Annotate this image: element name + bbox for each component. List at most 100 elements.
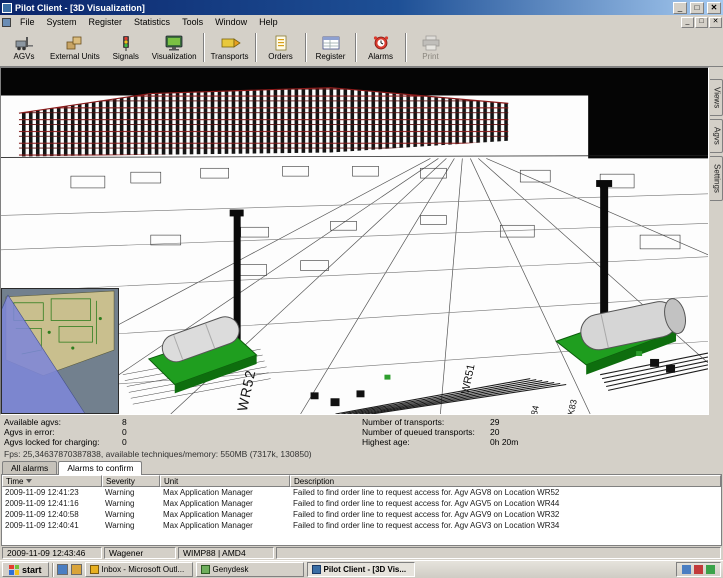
- transports-value: 29: [490, 417, 719, 427]
- fps-status-line: Fps: 25,34637870387838, available techni…: [4, 449, 719, 459]
- transports-button[interactable]: Transports: [207, 30, 253, 65]
- menu-tools[interactable]: Tools: [176, 16, 209, 28]
- external-units-button[interactable]: External Units: [46, 30, 104, 65]
- highest-age-label: Highest age:: [362, 437, 490, 447]
- alarm-row[interactable]: 2009-11-09 12:41:23 Warning Max Applicat…: [2, 487, 721, 498]
- sort-desc-icon: [26, 479, 32, 483]
- column-header-unit[interactable]: Unit: [160, 475, 290, 487]
- toolbar: AGVs External Units Signals Visualizat: [0, 29, 723, 67]
- mdi-restore-button[interactable]: □: [695, 17, 708, 28]
- tab-all-alarms[interactable]: All alarms: [2, 461, 57, 474]
- menu-system[interactable]: System: [41, 16, 83, 28]
- statusbar-datetime: 2009-11-09 12:43:46: [2, 547, 102, 559]
- menu-file[interactable]: File: [14, 16, 41, 28]
- application-window: Pilot Client - [3D Visualization] _ □ ✕ …: [0, 0, 723, 578]
- alarm-row[interactable]: 2009-11-09 12:41:16 Warning Max Applicat…: [2, 498, 721, 509]
- tab-alarms-to-confirm[interactable]: Alarms to confirm: [58, 461, 142, 475]
- tab-settings[interactable]: Settings: [710, 156, 723, 201]
- taskbar-item-outlook[interactable]: Inbox - Microsoft Outl...: [85, 562, 193, 577]
- quick-launch-icon[interactable]: [71, 564, 82, 575]
- statusbar-filler: [276, 547, 721, 559]
- tray-icon[interactable]: [706, 565, 715, 574]
- orders-icon: [270, 35, 292, 51]
- alarm-table[interactable]: Time Severity Unit Description 2009-11-0…: [1, 474, 722, 546]
- column-header-time[interactable]: Time: [2, 475, 102, 487]
- minimap-canvas: [2, 289, 118, 413]
- minimap[interactable]: [1, 288, 119, 414]
- transports-icon: [219, 35, 241, 51]
- print-button[interactable]: Print: [409, 30, 453, 65]
- menu-window[interactable]: Window: [209, 16, 253, 28]
- tray-icon[interactable]: [694, 565, 703, 574]
- quick-launch-icon[interactable]: [57, 564, 68, 575]
- orders-button[interactable]: Orders: [259, 30, 303, 65]
- quick-launch-separator: [52, 563, 54, 577]
- agv-icon: [13, 35, 35, 51]
- column-header-severity[interactable]: Severity: [102, 475, 160, 487]
- agvs-button[interactable]: AGVs: [2, 30, 46, 65]
- outlook-icon: [90, 565, 99, 574]
- tab-views[interactable]: Views: [710, 79, 723, 116]
- mdi-child-icon[interactable]: [2, 18, 11, 27]
- agvs-in-error-value: 0: [122, 427, 362, 437]
- available-agvs-label: Available agvs:: [4, 417, 122, 427]
- mdi-close-button[interactable]: ✕: [709, 17, 722, 28]
- system-tray[interactable]: [676, 562, 721, 577]
- toolbar-separator: [203, 33, 205, 62]
- maximize-button[interactable]: □: [690, 2, 704, 14]
- alarms-icon: [370, 35, 392, 51]
- toolbar-separator: [255, 33, 257, 62]
- close-button[interactable]: ✕: [707, 2, 721, 14]
- column-header-description[interactable]: Description: [290, 475, 721, 487]
- menu-register[interactable]: Register: [83, 16, 129, 28]
- toolbar-separator: [355, 33, 357, 62]
- alarm-row[interactable]: 2009-11-09 12:40:41 Warning Max Applicat…: [2, 520, 721, 531]
- statusbar-user: Wagener: [104, 547, 176, 559]
- side-tab-strip: Views Agvs Settings: [709, 67, 723, 415]
- queued-transports-label: Number of queued transports:: [362, 427, 490, 437]
- transports-label: Number of transports:: [362, 417, 490, 427]
- window-title: Pilot Client - [3D Visualization]: [15, 3, 670, 13]
- visualization-button[interactable]: Visualization: [148, 30, 201, 65]
- visualization-icon: [163, 35, 185, 51]
- agvs-charging-value: 0: [122, 437, 362, 447]
- available-agvs-value: 8: [122, 417, 362, 427]
- minimize-button[interactable]: _: [673, 2, 687, 14]
- register-icon: [320, 35, 342, 51]
- tray-icon[interactable]: [682, 565, 691, 574]
- statusbar-host: WIMP88 | AMD4: [178, 547, 274, 559]
- pilot-client-icon: [312, 565, 321, 574]
- alarm-table-header: Time Severity Unit Description: [2, 475, 721, 487]
- status-info-panel: Available agvs: 8 Number of transports: …: [0, 415, 723, 459]
- menu-bar: File System Register Statistics Tools Wi…: [0, 15, 723, 29]
- print-icon: [420, 35, 442, 51]
- app-status-bar: 2009-11-09 12:43:46 Wagener WIMP88 | AMD…: [0, 546, 723, 560]
- signals-icon: [115, 35, 137, 51]
- app-window-icon: [201, 565, 210, 574]
- agvs-charging-label: Agvs locked for charging:: [4, 437, 122, 447]
- app-icon: [2, 3, 12, 13]
- alarm-row[interactable]: 2009-11-09 12:40:58 Warning Max Applicat…: [2, 509, 721, 520]
- agvs-in-error-label: Agvs in error:: [4, 427, 122, 437]
- alarms-button[interactable]: Alarms: [359, 30, 403, 65]
- start-button[interactable]: start: [2, 562, 49, 577]
- menu-help[interactable]: Help: [253, 16, 284, 28]
- external-units-icon: [64, 35, 86, 51]
- 3d-viewport[interactable]: WR52 WR51 RK84 RK83: [0, 67, 709, 415]
- queued-transports-value: 20: [490, 427, 719, 437]
- mdi-minimize-button[interactable]: _: [681, 17, 694, 28]
- title-bar[interactable]: Pilot Client - [3D Visualization] _ □ ✕: [0, 0, 723, 15]
- windows-logo-icon: [9, 565, 19, 575]
- taskbar-item-genydesk[interactable]: Genydesk: [196, 562, 304, 577]
- tab-agvs[interactable]: Agvs: [710, 119, 723, 153]
- taskbar-item-pilot-client[interactable]: Pilot Client - [3D Vis...: [307, 562, 415, 577]
- toolbar-separator: [305, 33, 307, 62]
- alarm-tab-strip: All alarms Alarms to confirm: [0, 459, 723, 474]
- main-area: WR52 WR51 RK84 RK83: [0, 67, 723, 415]
- highest-age-value: 0h 20m: [490, 437, 719, 447]
- menu-statistics[interactable]: Statistics: [128, 16, 176, 28]
- toolbar-separator: [405, 33, 407, 62]
- windows-taskbar: start Inbox - Microsoft Outl... Genydesk…: [0, 560, 723, 578]
- register-button[interactable]: Register: [309, 30, 353, 65]
- signals-button[interactable]: Signals: [104, 30, 148, 65]
